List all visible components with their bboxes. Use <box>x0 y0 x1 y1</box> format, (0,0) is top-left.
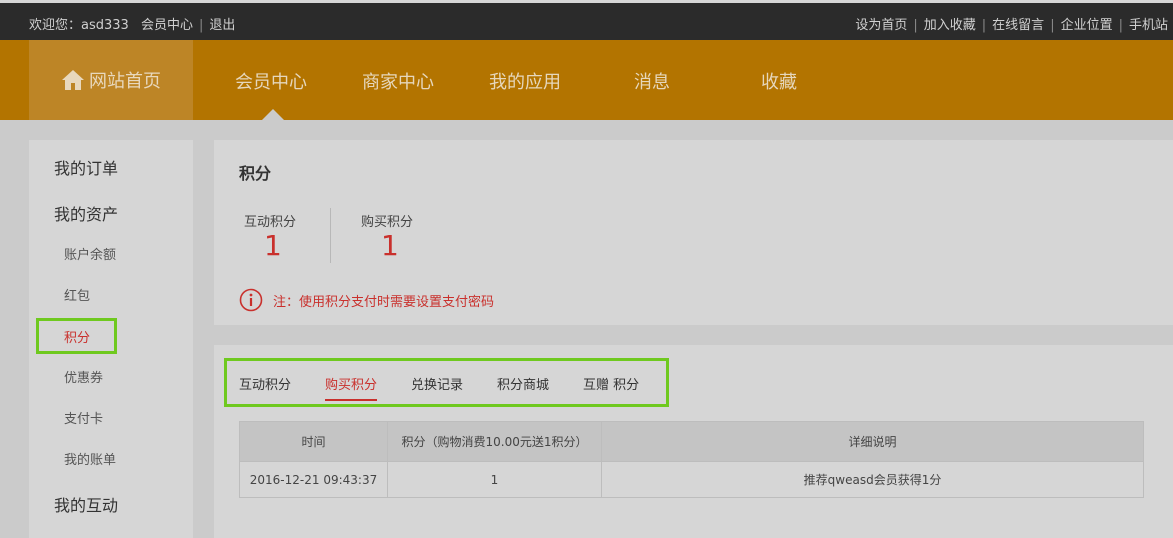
nav-messages[interactable]: 消息 <box>634 68 670 94</box>
main-nav: 网站首页 会员中心 商家中心 我的应用 消息 收藏 <box>0 40 1173 120</box>
nav-my-apps[interactable]: 我的应用 <box>489 68 561 94</box>
tab-exchange-records[interactable]: 兑换记录 <box>411 374 463 393</box>
sidebar: 我的订单 我的资产 账户余额 红包 积分 优惠券 支付卡 我的账单 我的互动 <box>29 140 193 538</box>
online-message-link[interactable]: 在线留言 <box>992 18 1044 33</box>
nav-active-indicator <box>262 109 284 120</box>
nav-home[interactable]: 网站首页 <box>29 40 193 120</box>
cell-points: 1 <box>387 461 602 498</box>
payment-notice: 注：使用积分支付时需要设置支付密码 <box>239 288 494 312</box>
divider: | <box>198 18 204 33</box>
sidebar-item-points-label: 积分 <box>64 331 91 346</box>
nav-favorites[interactable]: 收藏 <box>761 68 797 94</box>
sidebar-item-bills[interactable]: 我的账单 <box>64 449 116 468</box>
divider: | <box>1118 18 1123 33</box>
sidebar-item-points[interactable]: 积分 <box>36 318 117 354</box>
top-bar: 欢迎您：asd333 会员中心 | 退出 设为首页 | 加入收藏 | 在线留言 | 企业位置 | 手… <box>0 0 1173 40</box>
company-location-link[interactable]: 企业位置 <box>1061 18 1113 33</box>
info-icon <box>239 288 263 312</box>
tab-purchase-points[interactable]: 购买积分 <box>325 374 378 401</box>
sidebar-item-pay-card[interactable]: 支付卡 <box>64 408 103 427</box>
sidebar-item-interaction[interactable]: 我的互动 <box>54 492 118 516</box>
notice-text: 注：使用积分支付时需要设置支付密码 <box>273 294 495 310</box>
home-icon <box>62 70 84 90</box>
top-bar-right: 设为首页 | 加入收藏 | 在线留言 | 企业位置 | 手机站 <box>855 14 1168 33</box>
interactive-points-value: 1 <box>264 229 282 262</box>
purchase-points-label: 购买积分 <box>361 215 414 230</box>
sidebar-item-red-packet[interactable]: 红包 <box>64 285 90 304</box>
nav-home-label: 网站首页 <box>89 71 161 92</box>
top-bar-left: 欢迎您：asd333 会员中心 | 退出 <box>29 14 235 33</box>
table-header-row: 时间 积分（购物消费10.00元送1积分） 详细说明 <box>239 421 1144 462</box>
divider: | <box>1050 18 1055 33</box>
nav-merchant-center[interactable]: 商家中心 <box>362 68 434 94</box>
welcome-text: 欢迎您：asd333 <box>29 18 129 33</box>
column-header-time: 时间 <box>239 421 388 462</box>
purchase-points-value: 1 <box>381 229 399 262</box>
interactive-points-label: 互动积分 <box>244 215 297 230</box>
column-header-points: 积分（购物消费10.00元送1积分） <box>387 421 602 462</box>
divider: | <box>913 18 918 33</box>
tab-points-mall[interactable]: 积分商城 <box>497 374 549 393</box>
points-summary-panel: 积分 互动积分 1 购买积分 1 注：使用积分支付时需要设置支付密码 <box>214 140 1173 325</box>
tab-bar: 互动积分 购买积分 兑换记录 积分商城 互赠 积分 <box>224 358 669 407</box>
cell-time: 2016-12-21 09:43:37 <box>239 461 388 498</box>
tab-gift-points[interactable]: 互赠 积分 <box>583 374 639 393</box>
sidebar-item-coupons[interactable]: 优惠券 <box>64 367 103 386</box>
tab-interactive-points[interactable]: 互动积分 <box>239 374 291 393</box>
table-row: 2016-12-21 09:43:37 1 推荐qweasd会员获得1分 <box>239 461 1144 498</box>
logout-link[interactable]: 退出 <box>209 18 235 33</box>
divider <box>330 208 331 263</box>
divider: | <box>981 18 987 33</box>
column-header-details: 详细说明 <box>601 421 1144 462</box>
points-table: 时间 积分（购物消费10.00元送1积分） 详细说明 2016-12-21 09… <box>239 421 1144 498</box>
cell-details: 推荐qweasd会员获得1分 <box>601 461 1144 498</box>
set-homepage-link[interactable]: 设为首页 <box>855 18 907 33</box>
member-center-link[interactable]: 会员中心 <box>141 18 193 33</box>
sidebar-item-orders[interactable]: 我的订单 <box>54 155 118 179</box>
nav-member-center[interactable]: 会员中心 <box>235 68 307 94</box>
sidebar-item-balance[interactable]: 账户余额 <box>64 244 116 263</box>
add-favorite-link[interactable]: 加入收藏 <box>924 18 976 33</box>
page-title: 积分 <box>239 164 272 183</box>
sidebar-item-assets[interactable]: 我的资产 <box>54 201 118 225</box>
mobile-site-link[interactable]: 手机站 <box>1129 18 1168 33</box>
points-records-panel: 互动积分 购买积分 兑换记录 积分商城 互赠 积分 时间 积分（购物消费10.0… <box>214 345 1173 538</box>
